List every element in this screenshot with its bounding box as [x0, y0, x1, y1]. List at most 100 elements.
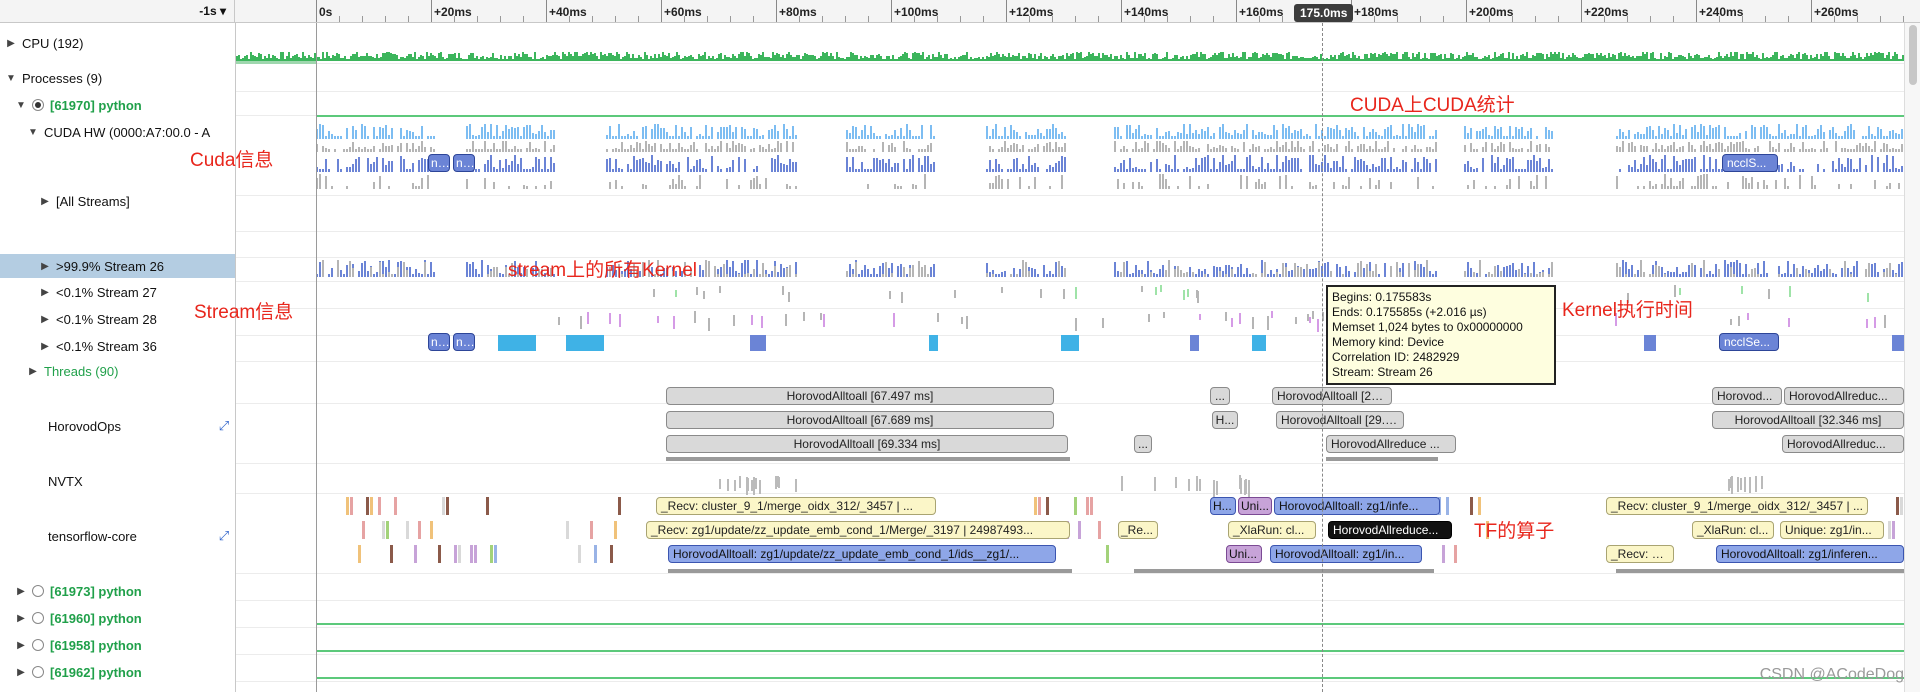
cuda-kernel-bar: [1823, 169, 1825, 172]
expand-arrow-icon[interactable]: ▶: [16, 613, 26, 624]
processes-row[interactable]: ▼ Processes (9): [0, 68, 235, 88]
process-radio-icon[interactable]: [32, 612, 44, 624]
horovod-op-block[interactable]: HorovodAlltoall [32.346 ms]: [1712, 411, 1904, 429]
cuda-kernel-bar: [903, 159, 905, 172]
process-row-61970[interactable]: ▼ [61970] python: [0, 95, 235, 115]
kernel-chip[interactable]: n...: [428, 333, 450, 351]
horovod-op-block[interactable]: ...: [1210, 387, 1230, 405]
time-ruler[interactable]: -1s ▾ 0s +20ms +40ms +60ms +80ms +100ms +120ms…: [0, 0, 1920, 23]
tf-op-block[interactable]: HorovodAlltoall: zg1/in...: [1270, 545, 1422, 563]
horovod-op-block[interactable]: HorovodAllreduc...: [1782, 435, 1904, 453]
kernel-chip[interactable]: n...: [453, 154, 475, 172]
expand-arrow-icon[interactable]: ▶: [6, 38, 16, 49]
process-row-61973[interactable]: ▶ [61973] python: [0, 581, 235, 601]
cuda-hw-bar: [535, 148, 537, 152]
stream-26-kernel-bar: [358, 271, 360, 277]
tf-op-block-selected[interactable]: HorovodAllreduce...: [1328, 521, 1452, 539]
tf-op-block[interactable]: Unique: zg1/in...: [1780, 521, 1884, 539]
collapse-arrow-icon[interactable]: ▼: [16, 100, 26, 111]
tf-op-block[interactable]: H...: [1210, 497, 1236, 515]
horovod-op-block[interactable]: HorovodAlltoall [26.91...: [1272, 387, 1392, 405]
process-row-61962[interactable]: ▶ [61962] python: [0, 662, 235, 682]
process-row-61960[interactable]: ▶ [61960] python: [0, 608, 235, 628]
timeline-canvas[interactable]: n... n... ncclS... n... n... ncclSe... H…: [236, 23, 1904, 692]
tf-op-block[interactable]: HorovodAlltoall: zg1/update/zz_update_em…: [668, 545, 1056, 563]
process-radio-icon[interactable]: [32, 99, 44, 111]
scrollbar-thumb[interactable]: [1909, 25, 1917, 85]
process-radio-icon[interactable]: [32, 585, 44, 597]
expand-arrow-icon[interactable]: ▶: [40, 261, 50, 272]
kernel-chip[interactable]: n...: [453, 333, 475, 351]
expand-arrow-icon[interactable]: ▶: [40, 287, 50, 298]
tf-op-block[interactable]: HorovodAlltoall: zg1/infe...: [1274, 497, 1440, 515]
stream-26-kernel-bar: [385, 267, 387, 277]
horovod-op-block[interactable]: HorovodAlltoall [67.497 ms]: [666, 387, 1054, 405]
cuda-memory-bar: [1004, 127, 1006, 139]
horovod-op-block[interactable]: ...: [1134, 435, 1152, 453]
tf-op-block[interactable]: HorovodAlltoall: zg1/inferen...: [1716, 545, 1904, 563]
cuda-kernel-bar: [529, 169, 531, 172]
process-row-61958[interactable]: ▶ [61958] python: [0, 635, 235, 655]
expand-arrow-icon[interactable]: ▶: [16, 667, 26, 678]
horovod-op-block[interactable]: H...: [1212, 411, 1238, 429]
cuda-hw-bar: [630, 145, 632, 152]
process-radio-icon[interactable]: [32, 666, 44, 678]
cuda-kernel-bar: [1028, 156, 1030, 172]
tensorflow-core-row[interactable]: tensorflow-core ⤢: [0, 526, 235, 546]
nvtx-bar: [746, 477, 749, 495]
cuda-kernel-bar: [1327, 163, 1329, 172]
horovod-op-block[interactable]: Horovod...: [1712, 387, 1782, 405]
cuda-hw-bar: [358, 147, 360, 152]
nccl-kernel-chip[interactable]: ncclSe...: [1719, 333, 1779, 351]
stream-26-kernel-bar: [1784, 273, 1786, 277]
process-radio-icon[interactable]: [32, 639, 44, 651]
cuda-kernel-bar: [1435, 159, 1437, 172]
expand-arrow-icon[interactable]: ▶: [16, 640, 26, 651]
tf-progress-bar: [668, 569, 1072, 573]
stream-26-kernel-bar: [1195, 274, 1197, 277]
tf-op-block[interactable]: Uni...: [1238, 497, 1272, 515]
stream-36-row[interactable]: ▶ <0.1% Stream 36: [0, 336, 235, 356]
timeline-tree[interactable]: ▶ CPU (192) ▼ Processes (9) ▼ [61970] py…: [0, 23, 236, 692]
cuda-kernel-bar: [412, 163, 414, 172]
cuda-memory-bar: [1378, 135, 1380, 139]
horovod-op-block[interactable]: HorovodAllreduce ...: [1326, 435, 1456, 453]
cuda-memory-bar: [1369, 132, 1371, 139]
vertical-scrollbar[interactable]: [1904, 23, 1920, 692]
tf-op-block[interactable]: Uni...: [1226, 545, 1262, 563]
expand-arrow-icon[interactable]: ▶: [40, 314, 50, 325]
all-streams-row[interactable]: ▶ [All Streams]: [0, 191, 235, 211]
nvtx-row[interactable]: NVTX: [0, 471, 235, 491]
cpu-row[interactable]: ▶ CPU (192): [0, 33, 235, 53]
stream-27-bar: [1001, 286, 1004, 294]
tf-op-block[interactable]: _Recv: gl...: [1606, 545, 1674, 563]
resize-icon[interactable]: ⤢: [217, 529, 231, 543]
tf-op-block[interactable]: _Recv: cluster_9_1/merge_oidx_312/_3457 …: [656, 497, 936, 515]
tf-op-block[interactable]: _XlaRun: cl...: [1692, 521, 1774, 539]
horovod-op-block[interactable]: HorovodAlltoall [67.689 ms]: [666, 411, 1054, 429]
kernel-chip[interactable]: n...: [428, 154, 450, 172]
horovod-op-block[interactable]: HorovodAlltoall [29.122 ...: [1276, 411, 1404, 429]
resize-icon[interactable]: ⤢: [217, 419, 231, 433]
expand-arrow-icon[interactable]: ▶: [40, 341, 50, 352]
tf-op-block[interactable]: _XlaRun: cl...: [1228, 521, 1316, 539]
collapse-arrow-icon[interactable]: ▼: [6, 73, 16, 84]
tf-op-block[interactable]: _Recv: zg1/update/zz_update_emb_cond_1/M…: [646, 521, 1070, 539]
tf-op-block[interactable]: _Recv: cluster_9_1/merge_oidx_312/_3457 …: [1606, 497, 1868, 515]
nccl-kernel-chip[interactable]: ncclS...: [1722, 154, 1778, 172]
horovod-op-block[interactable]: HorovodAllreduc...: [1784, 387, 1904, 405]
horovod-op-block[interactable]: HorovodAlltoall [69.334 ms]: [666, 435, 1068, 453]
stream-26-row[interactable]: ▶ >99.9% Stream 26: [0, 254, 235, 278]
expand-arrow-icon[interactable]: ▶: [16, 586, 26, 597]
threads-row[interactable]: ▶ Threads (90): [0, 361, 235, 381]
horovod-ops-row[interactable]: HorovodOps ⤢: [0, 416, 235, 436]
collapse-arrow-icon[interactable]: ▼: [28, 127, 38, 138]
tf-op-fragment: [414, 545, 417, 563]
time-offset-selector[interactable]: -1s ▾: [0, 0, 235, 22]
expand-arrow-icon[interactable]: ▶: [28, 366, 38, 377]
stream-26-kernel-bar: [849, 264, 851, 277]
expand-arrow-icon[interactable]: ▶: [40, 196, 50, 207]
tf-op-block[interactable]: _Re...: [1118, 521, 1158, 539]
cuda-hw-bar: [861, 146, 863, 152]
cuda-hw-row[interactable]: ▼ CUDA HW (0000:A7:00.0 - A: [0, 122, 235, 142]
